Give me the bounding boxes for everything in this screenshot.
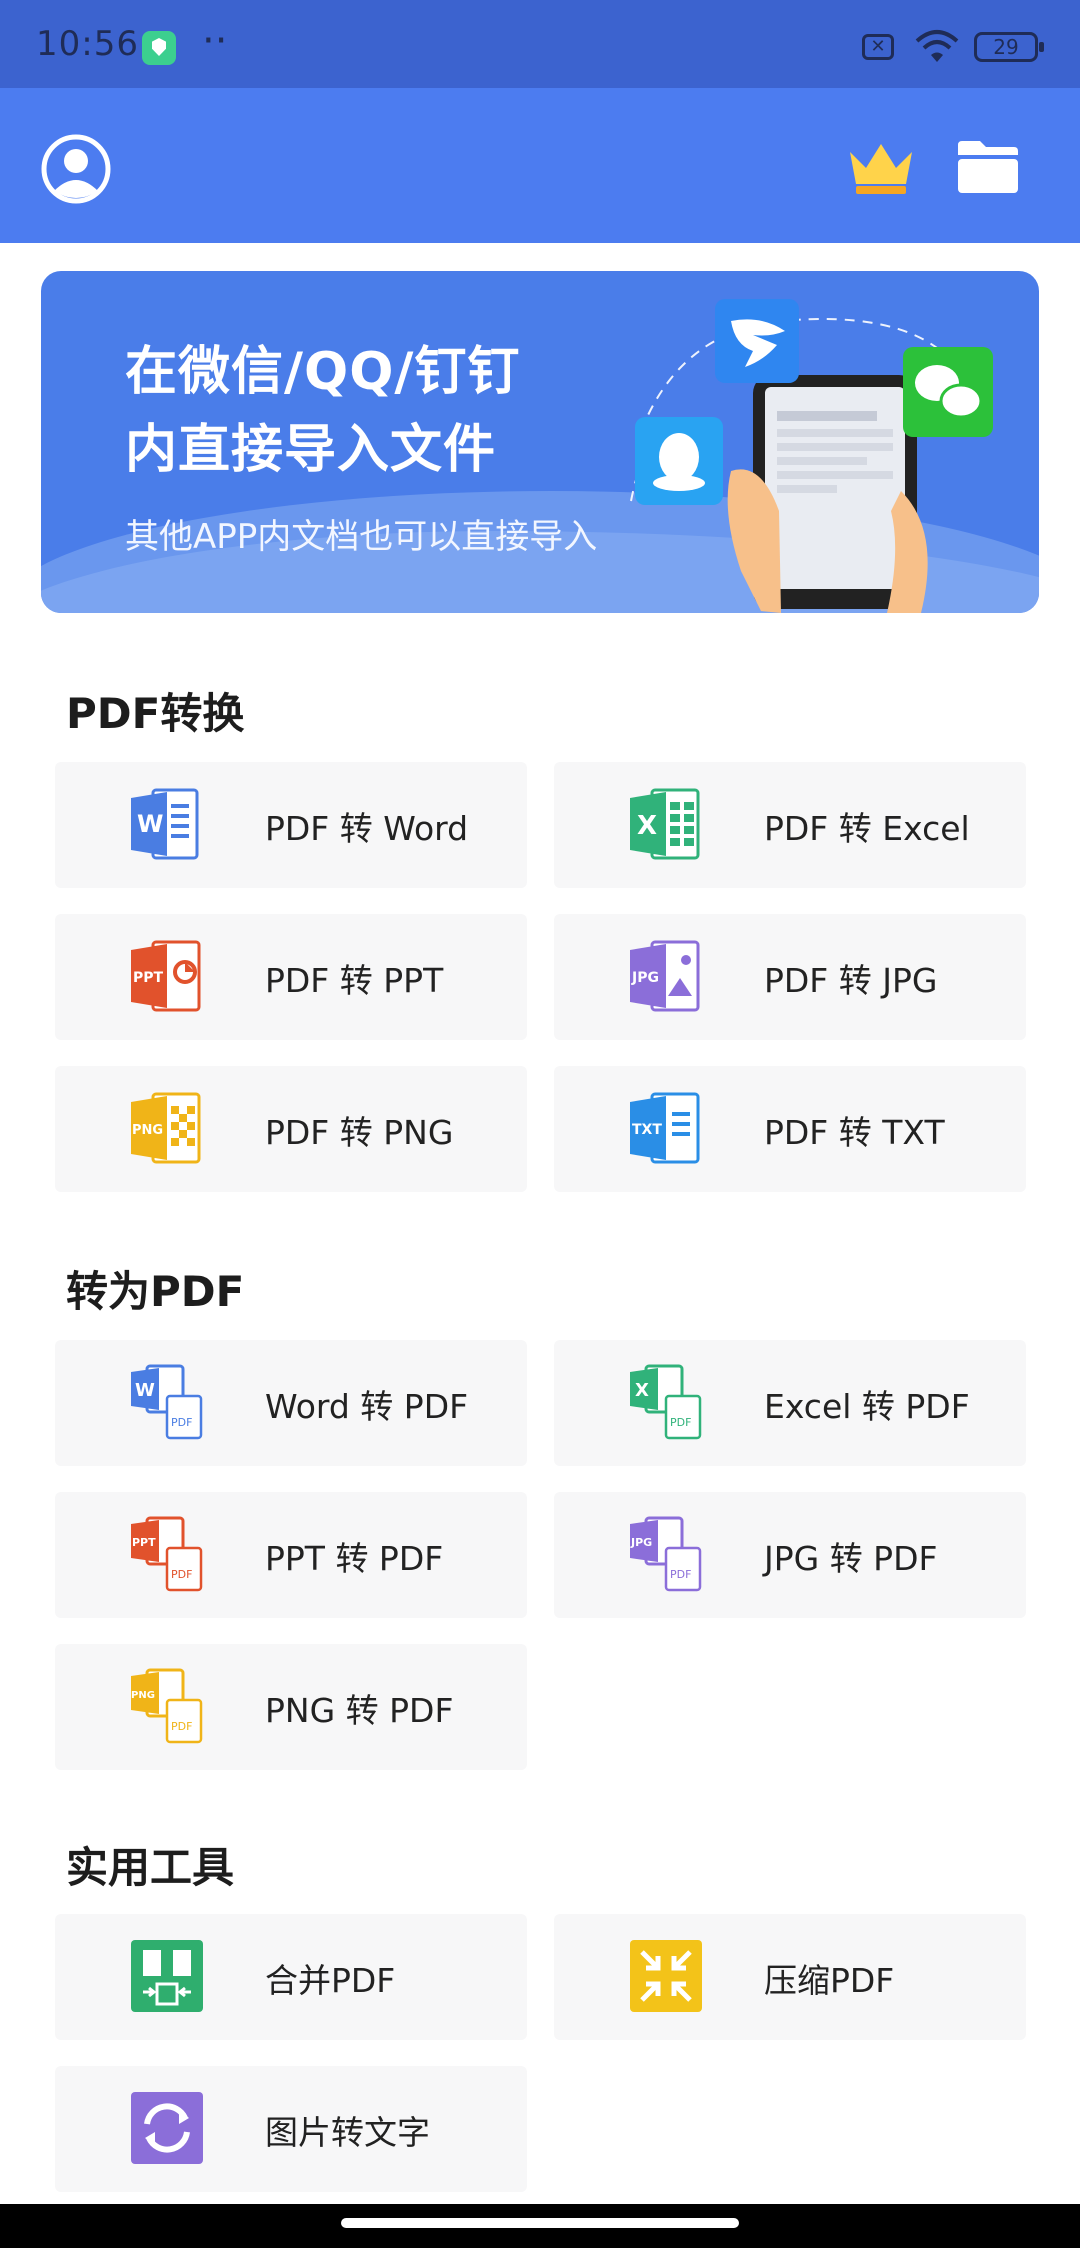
section-title-utilities: 实用工具 — [66, 1843, 235, 1892]
tool-compress-pdf[interactable]: 压缩PDF — [554, 1914, 1026, 2040]
svg-text:JPG: JPG — [630, 1536, 652, 1549]
vip-crown-icon[interactable] — [846, 138, 916, 198]
svg-text:PDF: PDF — [670, 1568, 691, 1581]
banner-illustration — [630, 299, 993, 613]
jpg-icon: JPG — [630, 940, 700, 1012]
tool-pdf-to-txt[interactable]: TXT PDF 转 TXT — [554, 1066, 1026, 1192]
word-to-pdf-icon: W PDF — [131, 1364, 203, 1440]
tool-label: PDF 转 PNG — [265, 1113, 454, 1152]
status-bar: 10:56 ·· ✕ 29 — [0, 0, 1080, 88]
tool-jpg-to-pdf[interactable]: JPG PDF JPG 转 PDF — [554, 1492, 1026, 1618]
tool-image-to-text[interactable]: 图片转文字 — [55, 2066, 527, 2192]
tool-png-to-pdf[interactable]: PNG PDF PNG 转 PDF — [55, 1644, 527, 1770]
svg-text:PDF: PDF — [670, 1416, 691, 1429]
tool-label: PNG 转 PDF — [265, 1691, 454, 1730]
tool-label: Word 转 PDF — [265, 1387, 469, 1426]
svg-text:X: X — [637, 811, 657, 841]
svg-text:PPT: PPT — [132, 1536, 156, 1549]
tool-pdf-to-jpg[interactable]: JPG PDF 转 JPG — [554, 914, 1026, 1040]
user-avatar-icon[interactable] — [40, 133, 112, 205]
word-icon: W — [131, 788, 199, 860]
tool-excel-to-pdf[interactable]: X PDF Excel 转 PDF — [554, 1340, 1026, 1466]
svg-text:PPT: PPT — [133, 970, 164, 986]
tool-merge-pdf[interactable]: 合并PDF — [55, 1914, 527, 2040]
ppt-icon: PPT — [131, 940, 201, 1012]
ppt-to-pdf-icon: PPT PDF — [131, 1516, 203, 1592]
tool-label: PDF 转 TXT — [764, 1113, 945, 1152]
tool-label: 合并PDF — [265, 1961, 396, 2000]
compress-pdf-icon — [630, 1940, 702, 2012]
png-icon: PNG — [131, 1092, 201, 1164]
excel-icon: X — [630, 788, 700, 860]
tool-label: PDF 转 JPG — [764, 961, 938, 1000]
tool-label: Excel 转 PDF — [764, 1387, 970, 1426]
svg-text:PDF: PDF — [171, 1720, 192, 1733]
svg-text:X: X — [635, 1380, 649, 1401]
import-files-banner[interactable]: 在微信/QQ/钉钉 内直接导入文件 其他APP内文档也可以直接导入 — [41, 271, 1039, 613]
txt-icon: TXT — [630, 1092, 700, 1164]
svg-text:PNG: PNG — [132, 1123, 163, 1138]
tool-pdf-to-word[interactable]: W PDF 转 Word — [55, 762, 527, 888]
tool-pdf-to-png[interactable]: PNG PDF 转 PNG — [55, 1066, 527, 1192]
svg-text:PNG: PNG — [131, 1690, 155, 1701]
app-header — [0, 88, 1080, 243]
merge-pdf-icon — [131, 1940, 203, 2012]
no-sim-icon: ✕ — [862, 34, 894, 60]
tool-label: PDF 转 Word — [265, 809, 469, 848]
app-notification-icon — [142, 31, 176, 65]
jpg-to-pdf-icon: JPG PDF — [630, 1516, 702, 1592]
svg-text:W: W — [137, 810, 163, 838]
png-to-pdf-icon: PNG PDF — [131, 1668, 203, 1744]
excel-to-pdf-icon: X PDF — [630, 1364, 702, 1440]
tool-label: PPT 转 PDF — [265, 1539, 444, 1578]
tool-pdf-to-ppt[interactable]: PPT PDF 转 PPT — [55, 914, 527, 1040]
tool-word-to-pdf[interactable]: W PDF Word 转 PDF — [55, 1340, 527, 1466]
tool-pdf-to-excel[interactable]: X PDF 转 Excel — [554, 762, 1026, 888]
svg-text:PDF: PDF — [171, 1416, 192, 1429]
more-notifications-indicator: ·· — [202, 18, 228, 64]
section-title-pdf-convert: PDF转换 — [66, 689, 245, 738]
svg-text:JPG: JPG — [631, 970, 659, 986]
folder-icon[interactable] — [956, 139, 1020, 195]
home-gesture-handle[interactable] — [341, 2218, 739, 2228]
battery-icon: 29 — [974, 32, 1044, 62]
wifi-icon — [915, 30, 959, 62]
tool-label: PDF 转 PPT — [265, 961, 444, 1000]
tool-ppt-to-pdf[interactable]: PPT PDF PPT 转 PDF — [55, 1492, 527, 1618]
tool-label: JPG 转 PDF — [764, 1539, 938, 1578]
system-navigation-bar — [0, 2204, 1080, 2248]
svg-text:PDF: PDF — [171, 1568, 192, 1581]
status-time: 10:56 — [36, 24, 139, 64]
svg-text:TXT: TXT — [632, 1122, 662, 1138]
tool-label: PDF 转 Excel — [764, 809, 970, 848]
section-title-to-pdf: 转为PDF — [66, 1267, 245, 1316]
image-to-text-icon — [131, 2092, 203, 2164]
tool-label: 图片转文字 — [265, 2113, 430, 2152]
svg-text:W: W — [135, 1380, 155, 1401]
tool-label: 压缩PDF — [764, 1961, 895, 2000]
